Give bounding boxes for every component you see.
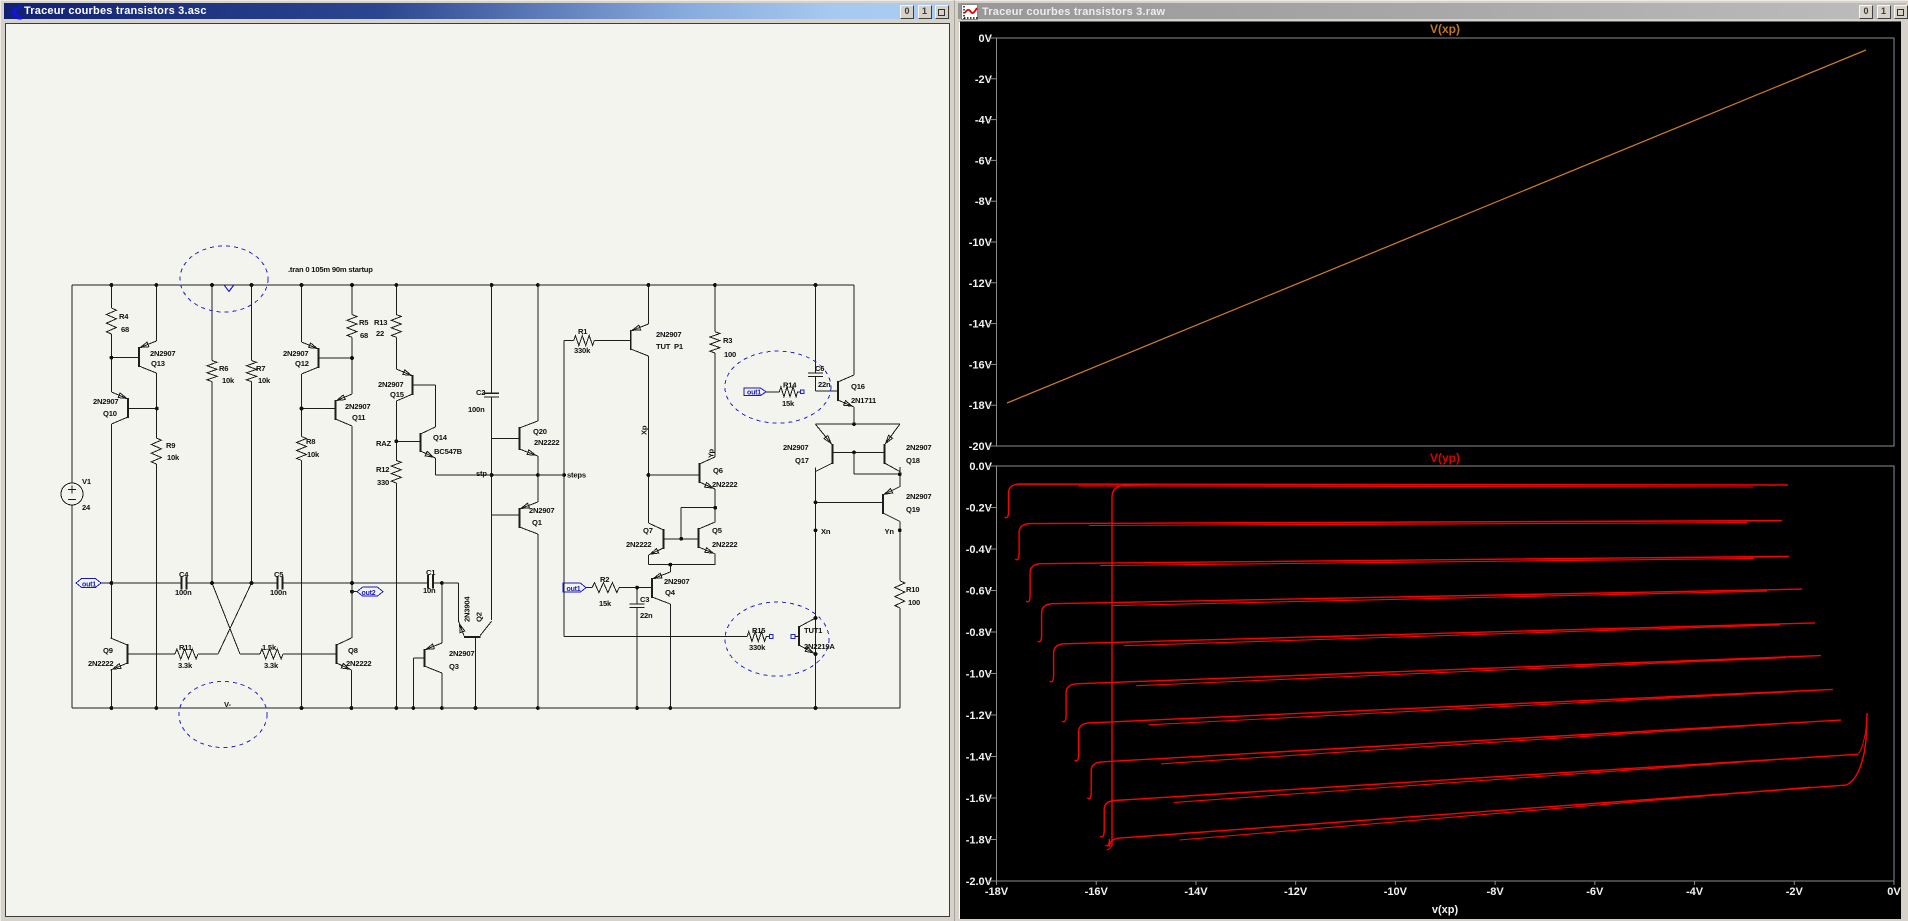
svg-text:-4V: -4V (975, 115, 993, 127)
svg-text:-2V: -2V (975, 74, 993, 86)
svg-text:V(xp): V(xp) (1430, 22, 1460, 36)
svg-text:-1.2V: -1.2V (966, 710, 993, 722)
svg-text:-0.2V: -0.2V (966, 503, 993, 515)
svg-text:-4V: -4V (1686, 886, 1704, 898)
svg-text:-10V: -10V (969, 237, 993, 249)
svg-text:-14V: -14V (969, 319, 993, 331)
svg-text:-16V: -16V (969, 359, 993, 371)
svg-text:-20V: -20V (969, 441, 993, 453)
svg-text:-1.8V: -1.8V (966, 835, 993, 847)
svg-text:V(yp): V(yp) (1430, 451, 1460, 465)
svg-text:-6V: -6V (1586, 886, 1604, 898)
svg-text:0V: 0V (1887, 886, 1901, 898)
svg-text:-10V: -10V (1384, 886, 1408, 898)
svg-text:0.0V: 0.0V (969, 461, 992, 473)
svg-text:-8V: -8V (975, 196, 993, 208)
svg-text:-1.6V: -1.6V (966, 793, 993, 805)
svg-text:0V: 0V (979, 33, 993, 45)
svg-text:-12V: -12V (969, 278, 993, 290)
svg-text:-0.6V: -0.6V (966, 586, 993, 598)
svg-text:-6V: -6V (975, 155, 993, 167)
svg-text:-0.8V: -0.8V (966, 627, 993, 639)
svg-text:-18V: -18V (969, 400, 993, 412)
svg-text:v(xp): v(xp) (1432, 904, 1459, 916)
svg-text:-1.4V: -1.4V (966, 752, 993, 764)
svg-text:-18V: -18V (985, 886, 1009, 898)
svg-text:-1.0V: -1.0V (966, 669, 993, 681)
svg-text:-14V: -14V (1184, 886, 1208, 898)
svg-text:-0.4V: -0.4V (966, 544, 993, 556)
svg-text:-16V: -16V (1085, 886, 1109, 898)
svg-text:-2V: -2V (1786, 886, 1804, 898)
svg-text:-8V: -8V (1487, 886, 1505, 898)
svg-text:-12V: -12V (1284, 886, 1308, 898)
